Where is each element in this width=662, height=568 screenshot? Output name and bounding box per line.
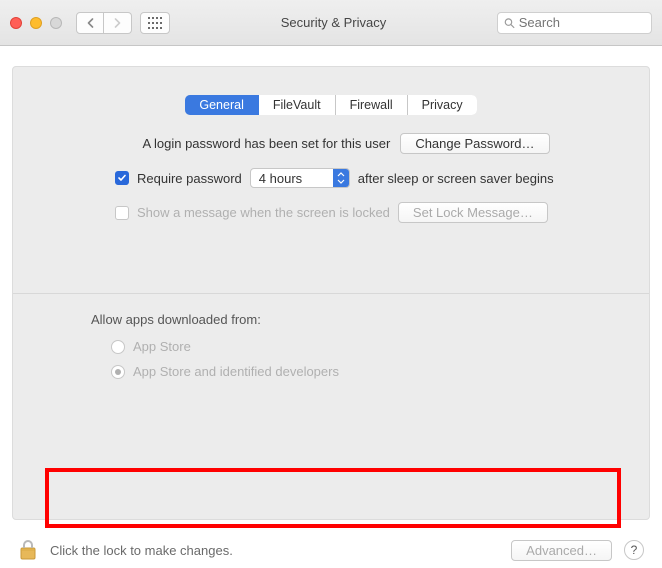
lock-hint-text: Click the lock to make changes.	[50, 543, 499, 558]
password-delay-select[interactable]: 4 hours	[250, 168, 350, 188]
tab-privacy[interactable]: Privacy	[408, 95, 477, 115]
footer: Click the lock to make changes. Advanced…	[18, 538, 644, 562]
login-password-text: A login password has been set for this u…	[142, 136, 390, 151]
identified-developers-radio	[111, 365, 125, 379]
radio-row-identified: App Store and identified developers	[91, 364, 649, 379]
divider	[13, 293, 649, 294]
show-message-checkbox	[115, 206, 129, 220]
back-button[interactable]	[76, 12, 104, 34]
help-label: ?	[631, 543, 638, 557]
login-section: A login password has been set for this u…	[13, 133, 649, 223]
login-password-row: A login password has been set for this u…	[83, 133, 609, 154]
tab-label: General	[199, 98, 243, 112]
search-field[interactable]	[497, 12, 652, 34]
tab-label: Firewall	[350, 98, 393, 112]
tab-firewall[interactable]: Firewall	[336, 95, 408, 115]
zoom-window-button	[50, 17, 62, 29]
advanced-button: Advanced…	[511, 540, 612, 561]
require-password-label: Require password	[137, 171, 242, 186]
button-label: Advanced…	[526, 543, 597, 558]
show-all-button[interactable]	[140, 12, 170, 34]
set-lock-message-button: Set Lock Message…	[398, 202, 548, 223]
tab-filevault[interactable]: FileVault	[259, 95, 336, 115]
show-message-label: Show a message when the screen is locked	[137, 205, 390, 220]
search-input[interactable]	[519, 15, 645, 30]
nav-back-forward	[76, 12, 132, 34]
tab-bar: General FileVault Firewall Privacy	[185, 95, 476, 115]
radio-row-appstore: App Store	[91, 339, 649, 354]
after-sleep-text: after sleep or screen saver begins	[358, 171, 554, 186]
radio-label: App Store and identified developers	[133, 364, 339, 379]
button-label: Set Lock Message…	[413, 205, 533, 220]
preferences-panel: General FileVault Firewall Privacy A log…	[12, 66, 650, 520]
help-button[interactable]: ?	[624, 540, 644, 560]
radio-label: App Store	[133, 339, 191, 354]
tab-label: FileVault	[273, 98, 321, 112]
window-titlebar: Security & Privacy	[0, 0, 662, 46]
tab-general[interactable]: General	[185, 95, 258, 115]
require-password-row: Require password 4 hours after sleep or …	[83, 168, 609, 188]
stepper-arrows-icon	[333, 169, 349, 187]
show-message-row: Show a message when the screen is locked…	[83, 202, 609, 223]
button-label: Change Password…	[415, 136, 534, 151]
highlight-annotation	[45, 468, 621, 528]
allow-apps-title: Allow apps downloaded from:	[91, 312, 649, 327]
traffic-lights	[10, 17, 62, 29]
lock-icon[interactable]	[18, 538, 38, 562]
tab-bar-container: General FileVault Firewall Privacy	[13, 95, 649, 133]
forward-button[interactable]	[104, 12, 132, 34]
select-value: 4 hours	[259, 171, 302, 186]
require-password-checkbox[interactable]	[115, 171, 129, 185]
content-area: General FileVault Firewall Privacy A log…	[0, 46, 662, 568]
allow-apps-section: Allow apps downloaded from: App Store Ap…	[13, 312, 649, 379]
appstore-radio	[111, 340, 125, 354]
minimize-window-button[interactable]	[30, 17, 42, 29]
window-title: Security & Privacy	[178, 15, 489, 30]
tab-label: Privacy	[422, 98, 463, 112]
search-icon	[504, 17, 515, 29]
close-window-button[interactable]	[10, 17, 22, 29]
change-password-button[interactable]: Change Password…	[400, 133, 549, 154]
checkmark-icon	[117, 173, 127, 183]
